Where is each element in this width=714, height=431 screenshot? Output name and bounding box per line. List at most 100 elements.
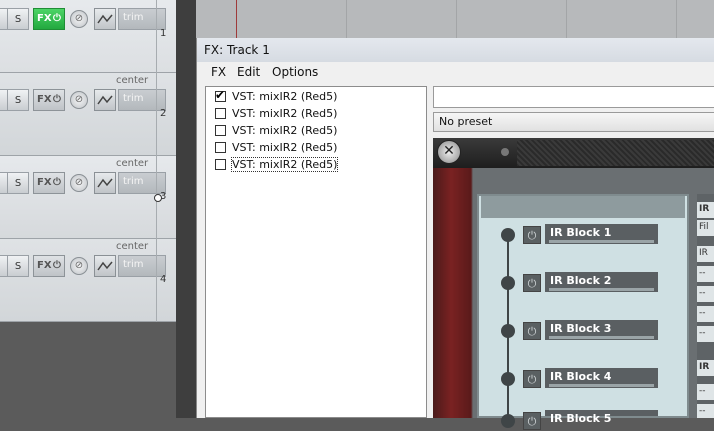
- track-2[interactable]: center S FX ⏻ ⊘ trim 2: [0, 73, 176, 156]
- fx-button[interactable]: FX ⏻: [33, 8, 65, 30]
- fx-chain-item[interactable]: ✔ VST: mixIR2 (Red5): [215, 88, 337, 104]
- envelope-icon[interactable]: [94, 255, 116, 277]
- solo-button[interactable]: S: [7, 8, 29, 30]
- plugin-ui[interactable]: ✕ ⏻ IR Block 1 ⏻ IR Block 2 ⏻ IR Block 3…: [433, 138, 714, 430]
- power-icon[interactable]: ⏻: [53, 177, 61, 188]
- ir-list-item[interactable]: --: [697, 266, 714, 282]
- timeline-ruler[interactable]: [196, 0, 714, 38]
- power-icon[interactable]: ⏻: [53, 260, 61, 271]
- checkbox-icon[interactable]: [215, 141, 226, 153]
- plugin-header-field[interactable]: [433, 86, 714, 108]
- arrange-scrollbar[interactable]: [176, 0, 196, 418]
- pan-label: center: [116, 75, 149, 86]
- envelope-icon[interactable]: [94, 172, 116, 194]
- menu-edit[interactable]: Edit: [237, 65, 260, 79]
- ir-block-meter: [549, 384, 654, 387]
- grid-line: [566, 0, 567, 38]
- fx-window-titlebar[interactable]: FX: Track 1: [197, 38, 714, 62]
- ir-list-item[interactable]: IR: [697, 360, 714, 376]
- envelope-icon[interactable]: [94, 89, 116, 111]
- power-icon[interactable]: ⏻: [523, 322, 541, 340]
- grid-line: [346, 0, 347, 38]
- trim-fader[interactable]: trim: [118, 89, 166, 111]
- fx-item-label: VST: mixIR2 (Red5): [230, 156, 339, 172]
- plugin-led-icon: [501, 148, 509, 156]
- node-icon: [501, 228, 515, 242]
- power-icon[interactable]: ⏻: [53, 13, 61, 24]
- track-number: 4: [160, 274, 167, 285]
- trim-fader[interactable]: trim: [118, 8, 166, 30]
- fx-item-label: VST: mixIR2 (Red5): [232, 123, 338, 137]
- fx-label: FX: [37, 13, 52, 24]
- tcp-divider: [156, 0, 157, 322]
- ir-list-item[interactable]: --: [697, 404, 714, 418]
- checkbox-icon[interactable]: [215, 158, 226, 170]
- ir-block-meter: [549, 288, 654, 291]
- track-control-panel: center S FX ⏻ ⊘ trim 1 center S FX ⏻ ⊘ t…: [0, 0, 176, 322]
- phase-icon[interactable]: ⊘: [70, 91, 88, 109]
- fx-item-label: VST: mixIR2 (Red5): [232, 140, 338, 154]
- fx-button[interactable]: FX ⏻: [33, 89, 65, 111]
- ir-list-item[interactable]: IR: [697, 202, 714, 218]
- window-title: FX: Track 1: [204, 43, 270, 57]
- solo-button[interactable]: S: [7, 255, 29, 277]
- power-icon[interactable]: ⏻: [523, 226, 541, 244]
- resize-handle-icon[interactable]: [154, 194, 162, 202]
- ir-block-panel: ⏻ IR Block 1 ⏻ IR Block 2 ⏻ IR Block 3 ⏻…: [477, 194, 689, 430]
- ir-list-item[interactable]: IR: [697, 246, 714, 262]
- fx-button[interactable]: FX ⏻: [33, 255, 65, 277]
- fx-window[interactable]: FX: Track 1 FX Edit Options ✔ VST: mixIR…: [196, 38, 714, 430]
- ir-block-name[interactable]: IR Block 5: [545, 410, 658, 425]
- track-1[interactable]: S FX ⏻ ⊘ trim 1: [0, 0, 176, 73]
- fx-chain-item[interactable]: VST: mixIR2 (Red5): [215, 122, 337, 138]
- menu-options[interactable]: Options: [272, 65, 318, 79]
- track-4[interactable]: center S FX ⏻ ⊘ trim 4: [0, 239, 176, 322]
- fx-chain-list[interactable]: ✔ VST: mixIR2 (Red5) VST: mixIR2 (Red5) …: [205, 86, 427, 418]
- checkbox-icon[interactable]: [215, 124, 226, 136]
- pan-label: center: [116, 241, 149, 252]
- fx-label: FX: [37, 94, 52, 105]
- power-icon[interactable]: ⏻: [523, 370, 541, 388]
- power-icon[interactable]: ⏻: [523, 274, 541, 292]
- plugin-grille: [517, 140, 714, 166]
- checkbox-icon[interactable]: [215, 107, 226, 119]
- grid-line: [456, 0, 457, 38]
- trim-fader[interactable]: trim: [118, 172, 166, 194]
- fx-button[interactable]: FX ⏻: [33, 172, 65, 194]
- phase-icon[interactable]: ⊘: [70, 10, 88, 28]
- phase-icon[interactable]: ⊘: [70, 257, 88, 275]
- ir-block-meter: [549, 336, 654, 339]
- fx-label: FX: [37, 260, 52, 271]
- phase-icon[interactable]: ⊘: [70, 174, 88, 192]
- solo-button[interactable]: S: [7, 172, 29, 194]
- fx-chain-item[interactable]: VST: mixIR2 (Red5): [215, 156, 339, 172]
- fx-chain-item[interactable]: VST: mixIR2 (Red5): [215, 105, 337, 121]
- menu-fx[interactable]: FX: [211, 65, 226, 79]
- power-icon[interactable]: ⏻: [53, 94, 61, 105]
- fx-chain-item[interactable]: VST: mixIR2 (Red5): [215, 139, 337, 155]
- power-icon[interactable]: ⏻: [523, 412, 541, 430]
- fx-label: FX: [37, 177, 52, 188]
- fx-item-label: VST: mixIR2 (Red5): [232, 106, 338, 120]
- ir-panel-header: [481, 196, 685, 218]
- pan-label: center: [116, 158, 149, 169]
- ir-list-column: IR Fil IR -- -- -- -- IR -- --: [697, 194, 714, 418]
- ir-block-meter: [549, 240, 654, 243]
- checkbox-icon[interactable]: ✔: [215, 88, 226, 102]
- ir-list-item[interactable]: Fil: [697, 220, 714, 236]
- solo-button[interactable]: S: [7, 89, 29, 111]
- cursor-line: [236, 0, 237, 38]
- node-icon: [501, 324, 515, 338]
- ir-list-item[interactable]: --: [697, 326, 714, 342]
- fx-item-label: VST: mixIR2 (Red5): [232, 89, 338, 103]
- trim-fader[interactable]: trim: [118, 255, 166, 277]
- plugin-screw-icon: ✕: [437, 140, 461, 164]
- ir-list-item[interactable]: --: [697, 306, 714, 322]
- tcp-empty-area: [0, 322, 176, 418]
- track-3[interactable]: center S FX ⏻ ⊘ trim 3: [0, 156, 176, 239]
- envelope-icon[interactable]: [94, 8, 116, 30]
- ir-list-item[interactable]: --: [697, 384, 714, 400]
- ir-list-item[interactable]: --: [697, 286, 714, 302]
- preset-dropdown[interactable]: No preset: [433, 112, 714, 132]
- menu-bar: FX Edit Options: [197, 62, 714, 84]
